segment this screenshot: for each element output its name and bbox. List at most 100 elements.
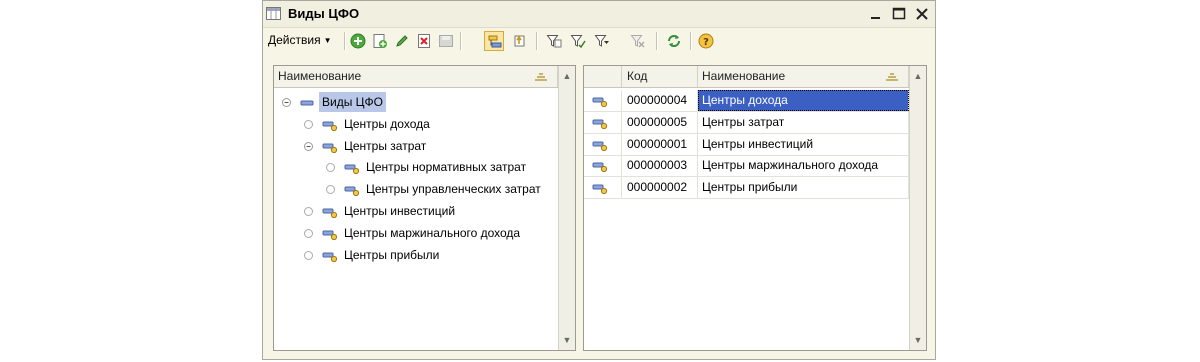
scroll-up-icon[interactable]: ▲ (559, 66, 575, 86)
row-icon-cell (584, 133, 622, 155)
folder-item-icon (322, 252, 338, 262)
clear-filter-icon (630, 35, 645, 48)
scroll-down-icon[interactable]: ▼ (559, 330, 575, 350)
refresh-button[interactable] (664, 31, 684, 51)
tree-pane[interactable]: Наименование ▲ ▼ Виды ЦФО Центры дохода Це… (273, 65, 576, 351)
tree-node-label: Центры инвестиций (344, 204, 456, 218)
filter-button[interactable] (544, 31, 564, 51)
chevron-down-icon: ▼ (323, 36, 332, 45)
folder-item-icon (344, 186, 360, 197)
add-button[interactable] (348, 31, 368, 51)
tree-node[interactable]: Центры нормативных затрат (274, 157, 558, 179)
save-disabled-icon (439, 35, 453, 47)
maximize-icon[interactable] (890, 5, 908, 23)
hierarchy-button[interactable] (484, 31, 504, 51)
leaf-node-icon (326, 185, 335, 195)
folder-item-icon (592, 97, 608, 107)
tree-node[interactable]: Центры дохода (274, 114, 558, 136)
tree-node[interactable]: Центры затрат (274, 136, 558, 158)
scroll-down-icon[interactable]: ▼ (910, 330, 926, 350)
table-row[interactable]: 000000005 Центры затрат (584, 111, 909, 134)
save-button[interactable] (436, 31, 456, 51)
tree-node[interactable]: Виды ЦФО (274, 92, 558, 114)
folder-item-icon (592, 141, 608, 151)
window-title: Виды ЦФО (288, 6, 360, 21)
code-cell: 000000004 (622, 90, 698, 111)
delete-icon (418, 34, 430, 48)
filter-icon (546, 35, 562, 48)
folder-item-icon (592, 184, 608, 195)
folder-item-icon (592, 119, 608, 129)
hierarchy-view-icon (488, 35, 502, 48)
table-row[interactable]: 000000004 Центры дохода (584, 90, 909, 112)
code-cell: 000000005 (622, 111, 698, 133)
tree-node-label: Центры прибыли (344, 247, 440, 262)
row-icon-cell (584, 177, 622, 199)
code-cell: 000000003 (622, 155, 698, 177)
collapse-icon[interactable] (282, 98, 291, 107)
tree-node[interactable]: Центры прибыли (274, 245, 558, 267)
tree-node-label: Виды ЦФО (319, 92, 387, 112)
tree-node[interactable]: Центры управленческих затрат (274, 179, 558, 201)
add-icon (350, 33, 366, 49)
folder-item-icon (344, 164, 360, 175)
scroll-up-icon[interactable]: ▲ (910, 66, 926, 86)
collapse-icon[interactable] (304, 141, 313, 151)
table-row[interactable]: 000000002 Центры прибыли (584, 177, 909, 200)
help-icon: ? (698, 33, 714, 49)
edit-pencil-icon (396, 35, 408, 47)
svg-text:?: ? (703, 37, 709, 48)
title-bar: Виды ЦФО (263, 1, 935, 28)
list-column-name-label: Наименование (702, 69, 786, 83)
tree-node-label: Центры маржинального дохода (344, 225, 521, 240)
help-button[interactable]: ? (696, 31, 716, 51)
toolbar-separator (656, 32, 658, 50)
list-column-name[interactable]: Наименование (698, 66, 909, 87)
folder-item-icon (322, 208, 338, 218)
sort-icon[interactable] (535, 72, 547, 82)
name-cell: Центры прибыли (698, 177, 909, 199)
filter-menu-icon (594, 35, 609, 47)
list-column-code-label: Код (627, 69, 648, 83)
tree-column-name[interactable]: Наименование (274, 66, 558, 87)
close-icon[interactable] (913, 5, 931, 23)
leaf-node-icon (304, 119, 313, 129)
tree-column-label: Наименование (278, 69, 362, 83)
table-window-icon (266, 7, 281, 20)
level-up-button[interactable] (510, 31, 530, 51)
list-scrollbar[interactable]: ▲ ▼ (909, 66, 926, 350)
actions-menu[interactable]: Действия ▼ (268, 33, 332, 47)
filter-menu-button[interactable] (592, 31, 612, 51)
sort-icon[interactable] (886, 72, 898, 82)
level-up-icon (514, 35, 525, 47)
leaf-node-icon (326, 163, 335, 173)
refresh-icon (668, 35, 680, 47)
table-row[interactable]: 000000003 Центры маржинального дохода (584, 155, 909, 178)
clear-filter-button[interactable] (628, 31, 648, 51)
filter-by-value-button[interactable] (568, 31, 588, 51)
tree-node-label: Центры дохода (344, 116, 430, 131)
toolbar: Действия ▼ ? (263, 28, 935, 54)
copy-button[interactable] (370, 31, 390, 51)
name-cell: Центры маржинального дохода (698, 155, 909, 177)
tree-node-label: Центры нормативных затрат (366, 160, 527, 175)
table-row[interactable]: 000000001 Центры инвестиций (584, 133, 909, 156)
window: Виды ЦФО Действия ▼ ? Наименование ▲ ▼ В… (262, 0, 936, 360)
list-column-icon (584, 66, 622, 87)
tree-header: Наименование (274, 66, 558, 88)
edit-button[interactable] (392, 31, 412, 51)
toolbar-separator (536, 32, 538, 50)
list-column-code[interactable]: Код (622, 66, 698, 87)
tree-node[interactable]: Центры маржинального дохода (274, 223, 558, 245)
folder-item-icon (322, 230, 338, 240)
tree-scrollbar[interactable]: ▲ ▼ (558, 66, 575, 350)
list-header: Код Наименование (584, 66, 909, 88)
toolbar-separator (460, 32, 462, 50)
delete-button[interactable] (414, 31, 434, 51)
folder-item-icon (322, 143, 338, 153)
minimize-icon[interactable] (867, 5, 885, 23)
group-icon (300, 100, 314, 106)
tree-node[interactable]: Центры инвестиций (274, 201, 558, 223)
list-pane[interactable]: Код Наименование ▲ ▼ 000000004 Центры дох… (583, 65, 927, 351)
code-cell: 000000002 (622, 177, 698, 199)
